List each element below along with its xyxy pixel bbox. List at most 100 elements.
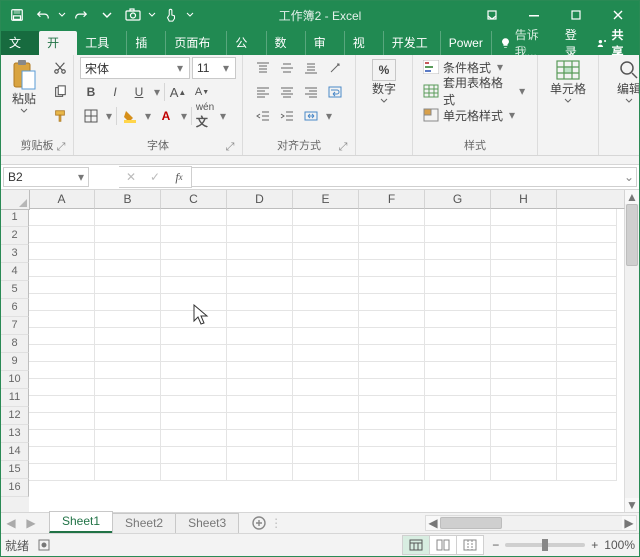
camera-icon[interactable] bbox=[121, 3, 145, 27]
touch-dropdown-icon[interactable] bbox=[185, 11, 195, 19]
cell[interactable] bbox=[491, 379, 557, 396]
scroll-left-icon[interactable]: ◀ bbox=[426, 516, 440, 530]
sheet-tab-3[interactable]: Sheet3 bbox=[175, 513, 239, 533]
zoom-slider[interactable] bbox=[505, 543, 585, 547]
cell[interactable] bbox=[227, 209, 293, 226]
underline-button[interactable]: U bbox=[128, 81, 150, 103]
cell[interactable] bbox=[557, 362, 617, 379]
cell[interactable] bbox=[227, 396, 293, 413]
redo-icon[interactable] bbox=[69, 3, 93, 27]
cell[interactable] bbox=[491, 226, 557, 243]
new-sheet-button[interactable] bbox=[248, 514, 270, 532]
tab-pagelayout[interactable]: 页面布局 bbox=[166, 31, 227, 55]
horizontal-scrollbar[interactable]: ◀ ▶ bbox=[425, 515, 637, 531]
row-header[interactable]: 13 bbox=[1, 425, 29, 443]
cell[interactable] bbox=[491, 345, 557, 362]
cell[interactable] bbox=[29, 226, 95, 243]
cell[interactable] bbox=[29, 396, 95, 413]
chevron-down-icon[interactable]: ▾ bbox=[152, 85, 162, 99]
cell[interactable] bbox=[359, 294, 425, 311]
orientation-icon[interactable] bbox=[324, 57, 346, 79]
dialog-launcher-icon[interactable]: ⤢ bbox=[337, 141, 349, 153]
tab-developer[interactable]: 开发工具 bbox=[384, 31, 441, 55]
cell[interactable] bbox=[29, 413, 95, 430]
border-icon[interactable] bbox=[80, 105, 102, 127]
cell[interactable] bbox=[161, 362, 227, 379]
cell[interactable] bbox=[557, 243, 617, 260]
tab-home[interactable]: 开始 bbox=[39, 31, 77, 55]
cell[interactable] bbox=[161, 226, 227, 243]
dialog-launcher-icon[interactable]: ⤢ bbox=[224, 141, 236, 153]
table-format-button[interactable]: 套用表格格式▾ bbox=[419, 81, 531, 101]
cell[interactable] bbox=[95, 294, 161, 311]
cell[interactable] bbox=[161, 447, 227, 464]
sheet-tab-2[interactable]: Sheet2 bbox=[112, 513, 176, 533]
sheet-tab-1[interactable]: Sheet1 bbox=[49, 511, 113, 533]
cell[interactable] bbox=[95, 243, 161, 260]
expand-formula-icon[interactable]: ⌄ bbox=[624, 170, 634, 184]
cell[interactable] bbox=[29, 260, 95, 277]
hscroll-thumb[interactable] bbox=[440, 517, 502, 529]
ribbon-options-icon[interactable] bbox=[471, 1, 513, 29]
cell[interactable] bbox=[95, 328, 161, 345]
cell[interactable] bbox=[359, 379, 425, 396]
row-header[interactable]: 10 bbox=[1, 371, 29, 389]
column-header[interactable]: A bbox=[29, 190, 95, 209]
cell[interactable] bbox=[557, 379, 617, 396]
row-header[interactable]: 8 bbox=[1, 335, 29, 353]
zoom-in-button[interactable]: + bbox=[591, 538, 598, 552]
vertical-scrollbar[interactable]: ▲ ▼ bbox=[624, 190, 639, 512]
cell[interactable] bbox=[161, 396, 227, 413]
macro-record-icon[interactable] bbox=[37, 538, 51, 552]
scroll-thumb[interactable] bbox=[626, 204, 638, 266]
cell[interactable] bbox=[359, 277, 425, 294]
cell[interactable] bbox=[491, 328, 557, 345]
sheet-nav-prev-icon[interactable]: ◀ bbox=[3, 515, 19, 531]
cell[interactable] bbox=[425, 209, 491, 226]
cell[interactable] bbox=[95, 430, 161, 447]
cell[interactable] bbox=[161, 294, 227, 311]
chevron-down-icon[interactable]: ▾ bbox=[104, 109, 114, 123]
chevron-down-icon[interactable]: ▾ bbox=[324, 109, 334, 123]
align-right-icon[interactable] bbox=[300, 81, 322, 103]
cell[interactable] bbox=[425, 379, 491, 396]
align-bottom-icon[interactable] bbox=[300, 57, 322, 79]
cell[interactable] bbox=[227, 294, 293, 311]
tab-toolbox[interactable]: 工具箱 bbox=[77, 31, 127, 55]
cell[interactable] bbox=[293, 311, 359, 328]
cell[interactable] bbox=[293, 396, 359, 413]
cell[interactable] bbox=[491, 430, 557, 447]
cell[interactable] bbox=[359, 226, 425, 243]
chevron-down-icon[interactable]: ▾ bbox=[179, 109, 189, 123]
cell[interactable] bbox=[425, 328, 491, 345]
cell[interactable] bbox=[161, 209, 227, 226]
paste-button[interactable]: 粘贴 bbox=[3, 57, 45, 116]
cell[interactable] bbox=[293, 209, 359, 226]
cell[interactable] bbox=[491, 294, 557, 311]
cell[interactable] bbox=[95, 260, 161, 277]
cells-button[interactable]: 单元格 bbox=[546, 57, 590, 106]
cell[interactable] bbox=[95, 379, 161, 396]
cell[interactable] bbox=[491, 447, 557, 464]
cell[interactable] bbox=[491, 311, 557, 328]
tab-file[interactable]: 文件 bbox=[1, 31, 39, 55]
fill-color-icon[interactable] bbox=[119, 105, 141, 127]
cell[interactable] bbox=[557, 396, 617, 413]
cell[interactable] bbox=[557, 209, 617, 226]
camera-dropdown-icon[interactable] bbox=[147, 11, 157, 19]
cell[interactable] bbox=[425, 413, 491, 430]
cell[interactable] bbox=[293, 447, 359, 464]
cell[interactable] bbox=[95, 413, 161, 430]
cell[interactable] bbox=[359, 328, 425, 345]
cut-icon[interactable] bbox=[49, 57, 71, 79]
cell[interactable] bbox=[29, 430, 95, 447]
tell-me[interactable]: 告诉我... bbox=[492, 31, 565, 55]
bold-button[interactable]: B bbox=[80, 81, 102, 103]
cell[interactable] bbox=[227, 362, 293, 379]
cell[interactable] bbox=[425, 311, 491, 328]
decrease-indent-icon[interactable] bbox=[252, 105, 274, 127]
format-painter-icon[interactable] bbox=[49, 105, 71, 127]
qat-customize-icon[interactable] bbox=[95, 3, 119, 27]
copy-icon[interactable] bbox=[49, 81, 71, 103]
cell[interactable] bbox=[293, 362, 359, 379]
